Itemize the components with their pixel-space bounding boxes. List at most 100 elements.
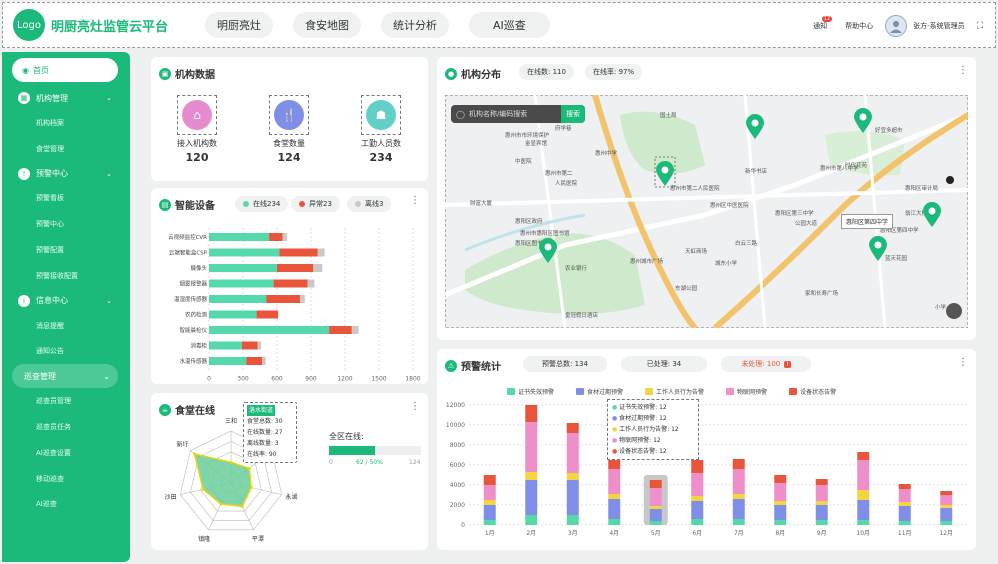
more-icon[interactable]: ⋮ — [958, 65, 968, 76]
avatar[interactable] — [885, 15, 908, 37]
category-label: 温湿度传感器 — [174, 295, 208, 303]
user-name[interactable]: 张方-系统管理员 — [913, 21, 965, 31]
radar-indicator-label: 永湖 — [285, 493, 297, 501]
cutlery-icon: 🍴 — [274, 100, 304, 130]
sidebar-item-10[interactable]: 消息提醒 — [2, 313, 130, 339]
sidebar-item-14[interactable]: 巡查员任务 — [2, 414, 130, 440]
warning-title: 预警统计 — [461, 362, 501, 373]
sidebar-item-2[interactable]: 机构档案 — [2, 110, 130, 136]
org-data-header: ▣ 机构数据 — [159, 66, 215, 81]
legend-item[interactable]: 食材过期预警 — [576, 387, 623, 396]
sidebar-item-6[interactable]: 预警中心 — [2, 211, 130, 237]
sidebar-item-12[interactable]: 巡查管理 ⌄ — [12, 364, 118, 389]
bar-物联网预警 — [732, 469, 745, 494]
bar-证书失效预警 — [691, 519, 704, 525]
org-map[interactable]: 国土局惠州市市环境保护金显宾馆府学巷中医院惠州市第二人民医院财富大厦惠阳区政府惠… — [445, 95, 968, 328]
radar-point — [219, 502, 223, 506]
legend-item[interactable]: 证书失效预警 — [507, 387, 554, 396]
warn-legend: 证书失效预警 食材过期预警 工作人员行为告警 物联网预警 设备状态告警 — [507, 387, 836, 396]
abnormal-filter[interactable]: 异常23 — [291, 196, 340, 212]
legend-item[interactable]: 工作人员行为告警 — [645, 387, 704, 396]
bar-在线 — [209, 357, 247, 365]
warn-handled: 已处理: 34 — [621, 356, 707, 372]
bar-工作人员行为告警 — [732, 494, 745, 499]
offline-filter[interactable]: 离线3 — [347, 196, 392, 212]
map-popup: 惠阳区第四中学 — [841, 214, 894, 229]
warn-unhandled[interactable]: 未处理: 100! — [721, 356, 811, 372]
tab-kitchen[interactable]: 明厨亮灶 — [205, 12, 273, 38]
bar-在线 — [209, 341, 242, 350]
legend-item[interactable]: 设备状态告警 — [789, 387, 836, 396]
bar-证书失效预警 — [857, 520, 870, 525]
bar-证书失效预警 — [732, 519, 745, 525]
tooltip-text: 工作人员行为告警: 12 — [619, 426, 679, 433]
x-tick-label: 1800 — [405, 376, 420, 383]
map-label: 国土局 — [660, 111, 677, 119]
online-filter[interactable]: 在线234 — [235, 196, 289, 212]
bar-在线 — [209, 295, 267, 303]
more-icon[interactable]: ⋮ — [958, 357, 968, 368]
bar-工作人员行为告警 — [525, 472, 538, 480]
sidebar-item-label: 预警配置 — [36, 246, 64, 255]
metric-canteens[interactable]: 🍴 食堂数量 124 — [259, 95, 319, 164]
more-icon[interactable]: ⋮ — [410, 195, 420, 206]
sidebar-item-1[interactable]: ▦ 机构管理 ⌄ — [2, 86, 130, 110]
bar-异常 — [269, 233, 283, 241]
tooltip-title: 洛水街道 — [247, 405, 276, 416]
radar-point — [201, 487, 205, 491]
bar-证书失效预警 — [525, 515, 538, 525]
fullscreen-icon[interactable]: ⛶ — [977, 21, 983, 31]
tab-food-map[interactable]: 食安地图 — [293, 12, 361, 38]
map-label: 人民医院 — [555, 179, 578, 187]
bar-在线 — [209, 264, 277, 272]
sidebar-item-0[interactable]: ◉ 首页 — [12, 58, 118, 82]
sidebar-item-5[interactable]: 预警看板 — [2, 186, 130, 212]
more-icon[interactable]: ⋮ — [410, 401, 420, 412]
sidebar-item-16[interactable]: 移动巡查 — [2, 466, 130, 492]
bar-物联网预警 — [774, 483, 787, 501]
online-value: 62 / 50% — [356, 459, 383, 466]
tab-ai-patrol[interactable]: AI巡查 — [469, 12, 550, 38]
building-icon: ⌂ — [182, 100, 212, 130]
bar-在线 — [209, 279, 274, 288]
sidebar-item-17[interactable]: AI巡查 — [2, 492, 130, 518]
tooltip-line: 食堂总数: 30 — [247, 418, 283, 425]
sidebar-item-label: 消息提醒 — [36, 321, 64, 330]
metric-value: 120 — [185, 151, 209, 164]
sidebar-item-9[interactable]: i 信息中心 ⌄ — [2, 289, 130, 313]
sidebar-item-7[interactable]: 预警配置 — [2, 237, 130, 263]
sidebar-item-15[interactable]: AI巡查设置 — [2, 440, 130, 466]
sidebar-item-8[interactable]: 预警接收配置 — [2, 263, 130, 289]
online-count-text: 在线数: 110 — [527, 68, 566, 76]
sidebar-item-13[interactable]: 巡查员管理 — [2, 388, 130, 414]
metric-staff[interactable]: ☗ 工勤人员数 234 — [351, 95, 411, 164]
bar-工作人员行为告警 — [566, 473, 579, 480]
sidebar-item-label: 预警中心 — [36, 169, 68, 179]
notice-button[interactable]: 通知 12 — [813, 16, 833, 31]
x-tick-label: 4月 — [609, 530, 619, 537]
bar-工作人员行为告警 — [483, 500, 496, 505]
map-search: ◯ 机构名称/编码搜索 搜索 — [451, 105, 585, 123]
device-bar-chart: 0 300 600 900 1200 1500 1800 云视频监控CVR 云端智能盒CSP 摄像… — [168, 228, 421, 383]
metric-orgs[interactable]: ⌂ 接入机构数 120 — [167, 95, 227, 164]
bar-物联网预警 — [857, 460, 870, 490]
bar-工作人员行为告警 — [649, 506, 662, 509]
map-search-button[interactable]: 搜索 — [561, 105, 585, 123]
bar-物联网预警 — [483, 485, 496, 500]
radar-tooltip: 洛水街道 食堂总数: 30 在线数量: 27 离线数量: 3 在线率: 90 — [243, 402, 297, 463]
category-label: 云视频监控CVR — [168, 233, 207, 241]
sidebar-item-11[interactable]: 通知公告 — [2, 339, 130, 365]
map-pin-dot — [928, 207, 936, 215]
app-logo[interactable]: Logo — [13, 9, 45, 41]
map-search-input[interactable]: 机构名称/编码搜索 — [469, 109, 561, 119]
sidebar-item-3[interactable]: 食堂管理 — [2, 136, 130, 162]
radar-point — [240, 504, 244, 508]
bell-icon: ⚠ — [445, 359, 457, 372]
legend-swatch — [726, 388, 735, 395]
bar-异常 — [277, 264, 314, 272]
sidebar-item-4[interactable]: ! 预警中心 ⌄ — [2, 162, 130, 186]
help-center-link[interactable]: 帮助中心 — [845, 21, 873, 31]
tab-statistics[interactable]: 统计分析 — [381, 12, 449, 38]
legend-item[interactable]: 物联网预警 — [726, 387, 767, 396]
x-tick-label: 11月 — [898, 530, 912, 537]
